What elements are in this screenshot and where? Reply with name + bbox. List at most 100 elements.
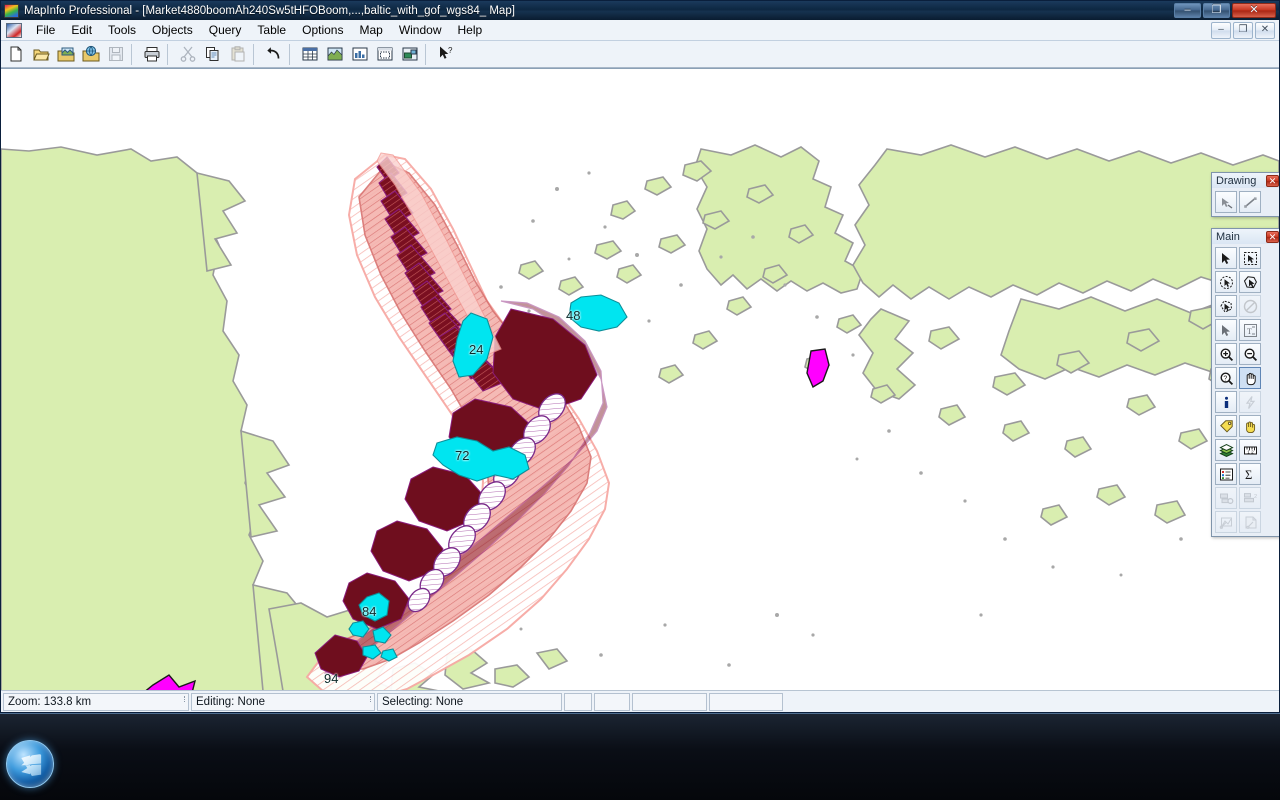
drawing-toolbar[interactable]: Drawing ✕ [1211, 172, 1279, 217]
polygon-select-button[interactable] [1215, 295, 1237, 317]
menu-item-window[interactable]: Window [391, 21, 450, 39]
status-extra-panel-3 [632, 692, 707, 711]
svg-text:?: ? [448, 46, 453, 55]
status-selecting-text: Selecting: None [382, 695, 464, 708]
open-webservice-button[interactable] [79, 43, 103, 66]
drawing-toolbar-titlebar[interactable]: Drawing ✕ [1212, 173, 1279, 188]
zoom-in-button[interactable] [1215, 343, 1237, 365]
status-bar: Zoom: 133.8 km Editing: None Selecting: … [1, 690, 1279, 712]
legend-button[interactable] [1215, 463, 1237, 485]
screen: MapInfo Professional - [Market4880boomÅh… [0, 0, 1280, 800]
mdi-window-controls: – ❐ ✕ [1211, 21, 1279, 39]
new-browser-button[interactable] [298, 43, 322, 66]
new-redistrict-button[interactable] [398, 43, 422, 66]
status-extra-panel-4 [709, 692, 783, 711]
select-tool-button[interactable] [1215, 247, 1237, 269]
status-panel-grip [370, 695, 372, 702]
layer-control-button[interactable] [1215, 439, 1237, 461]
print-button[interactable] [140, 43, 164, 66]
status-editing-text: Editing: None [196, 695, 266, 708]
restore-button[interactable]: ❐ [1203, 3, 1230, 18]
status-editing-panel[interactable]: Editing: None [191, 692, 375, 711]
main-toolbar-titlebar[interactable]: Main ✕ [1212, 229, 1279, 244]
graphical-select-button[interactable]: T [1239, 319, 1261, 341]
menu-item-tools[interactable]: Tools [100, 21, 144, 39]
standard-toolbar: ? [1, 41, 1279, 68]
status-zoom-panel[interactable]: Zoom: 133.8 km [3, 692, 189, 711]
menu-item-objects[interactable]: Objects [144, 21, 201, 39]
menu-bar: File Edit Tools Objects Query Table Opti… [1, 20, 1279, 41]
main-toolbar-close-icon[interactable]: ✕ [1266, 230, 1279, 243]
info-tool-button[interactable] [1215, 391, 1237, 413]
mdi-close-button[interactable]: ✕ [1255, 21, 1275, 39]
new-layout-button[interactable] [373, 43, 397, 66]
windows-flag-icon [21, 754, 42, 776]
menu-item-options[interactable]: Options [294, 21, 351, 39]
zoom-out-button[interactable] [1239, 343, 1261, 365]
svg-text:Σ: Σ [1245, 468, 1252, 482]
mapinfo-application-window: MapInfo Professional - [Market4880boomÅh… [0, 0, 1280, 713]
change-view-button[interactable]: ? [1215, 367, 1237, 389]
drawing-toolbar-buttons [1212, 188, 1279, 216]
statistics-button[interactable]: Σ [1239, 463, 1261, 485]
unselect-all-button [1239, 295, 1261, 317]
boundary-select-button[interactable] [1239, 271, 1261, 293]
mdi-restore-button[interactable]: ❐ [1233, 21, 1253, 39]
clip-region-onoff-button [1215, 511, 1237, 533]
status-extra-panel-1 [564, 692, 592, 711]
open-table-button[interactable] [54, 43, 78, 66]
menu-item-edit[interactable]: Edit [63, 21, 100, 39]
help-button[interactable]: ? [434, 43, 458, 66]
pan-tool-button[interactable] [1239, 367, 1261, 389]
menu-item-table[interactable]: Table [249, 21, 294, 39]
svg-text:2: 2 [1254, 494, 1257, 500]
new-mapper-button[interactable] [323, 43, 347, 66]
menu-item-help[interactable]: Help [450, 21, 491, 39]
ruler-tool-button[interactable]: 1 2 [1239, 439, 1261, 461]
start-orb-button[interactable] [6, 740, 54, 788]
menu-item-map[interactable]: Map [351, 21, 390, 39]
drawing-toolbar-close-icon[interactable]: ✕ [1266, 174, 1279, 187]
toolbar-separator [167, 43, 174, 65]
new-table-button[interactable] [4, 43, 28, 66]
mdi-document-icon[interactable] [6, 22, 22, 38]
svg-text:1 2: 1 2 [1247, 449, 1254, 454]
status-zoom-text: Zoom: 133.8 km [8, 695, 92, 708]
invert-selection-button[interactable] [1215, 319, 1237, 341]
map-graphics [1, 69, 1279, 690]
marquee-select-button[interactable] [1239, 247, 1261, 269]
drag-map-window-button[interactable] [1239, 415, 1261, 437]
map-canvas[interactable]: 24 48 72 84 94 Drawing ✕ Main ✕ T ? 1 2 … [1, 68, 1279, 690]
set-target-district-button [1215, 487, 1237, 509]
menu-item-query[interactable]: Query [201, 21, 250, 39]
radius-select-button[interactable] [1215, 271, 1237, 293]
symbol-tool-button[interactable] [1215, 191, 1237, 213]
set-clip-region-button [1239, 511, 1261, 533]
windows-taskbar: FI MapInfo Profession... Norrtalje [0, 713, 1280, 800]
new-grapher-button[interactable] [348, 43, 372, 66]
mdi-minimize-button[interactable]: – [1211, 21, 1231, 39]
close-button[interactable]: ✕ [1232, 3, 1276, 18]
title-bar[interactable]: MapInfo Professional - [Market4880boomÅh… [1, 1, 1279, 20]
toolbar-separator [289, 43, 296, 65]
copy-button[interactable] [201, 43, 225, 66]
open-folder-button[interactable] [29, 43, 53, 66]
window-title: MapInfo Professional - [Market4880boomÅh… [24, 4, 515, 17]
minimize-button[interactable]: – [1174, 3, 1201, 18]
label-tool-button[interactable] [1215, 415, 1237, 437]
mapinfo-logo-icon [4, 3, 19, 18]
window-controls: – ❐ ✕ [1174, 3, 1276, 18]
paste-button [226, 43, 250, 66]
toolbar-separator [131, 43, 138, 65]
main-toolbar-buttons: T ? 1 2 Σ 2 [1212, 244, 1279, 536]
save-table-button [104, 43, 128, 66]
assign-selected-objects-button: 2 [1239, 487, 1261, 509]
undo-button[interactable] [262, 43, 286, 66]
status-selecting-panel[interactable]: Selecting: None [377, 692, 562, 711]
hotlink-tool-button [1239, 391, 1261, 413]
svg-text:T: T [1247, 327, 1252, 336]
menu-item-file[interactable]: File [28, 21, 63, 39]
line-tool-button[interactable] [1239, 191, 1261, 213]
main-toolbar[interactable]: Main ✕ T ? 1 2 Σ 2 [1211, 228, 1279, 537]
cut-button [176, 43, 200, 66]
